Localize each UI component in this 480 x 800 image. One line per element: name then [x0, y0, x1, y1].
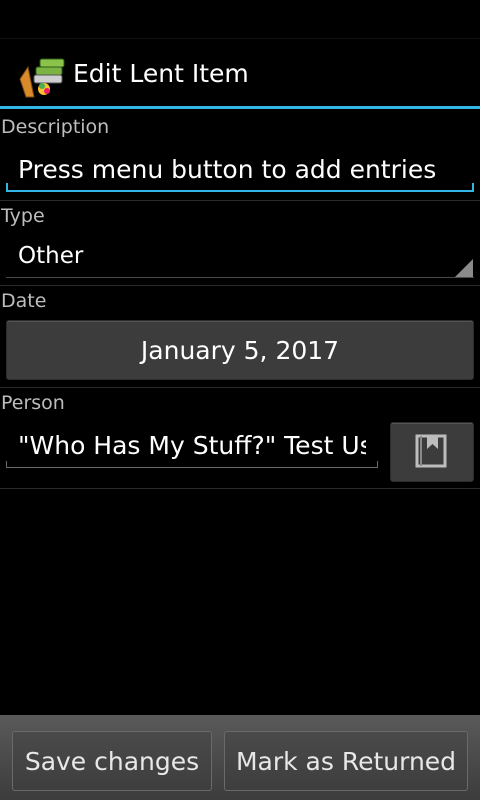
- contact-picker-icon: [415, 434, 447, 468]
- person-input[interactable]: "Who Has My Stuff?" Test User: [18, 431, 366, 460]
- books-app-icon[interactable]: [18, 53, 68, 99]
- action-bar-underline: [0, 106, 480, 109]
- type-label: Type: [1, 205, 45, 227]
- person-input-underline: [6, 467, 378, 468]
- description-input-underline: [6, 190, 474, 192]
- description-input-left-tick: [6, 183, 8, 191]
- action-bar: Edit Lent Item: [0, 38, 480, 108]
- mark-returned-button[interactable]: Mark as Returned: [224, 731, 468, 791]
- person-label: Person: [1, 392, 65, 414]
- description-input-right-tick: [472, 183, 474, 191]
- type-spinner[interactable]: Other: [18, 243, 83, 269]
- divider: [0, 488, 480, 489]
- divider: [0, 285, 480, 286]
- status-bar: [0, 0, 480, 38]
- date-label: Date: [1, 290, 47, 312]
- divider: [0, 387, 480, 388]
- type-spinner-underline: [6, 277, 474, 278]
- page-title: Edit Lent Item: [73, 59, 249, 88]
- save-changes-button[interactable]: Save changes: [12, 731, 212, 791]
- contact-picker-button[interactable]: [390, 422, 474, 482]
- date-button[interactable]: January 5, 2017: [6, 320, 474, 380]
- person-input-right-tick: [377, 461, 378, 467]
- spinner-arrow-icon[interactable]: [455, 259, 473, 277]
- person-input-left-tick: [6, 461, 7, 467]
- description-label: Description: [1, 116, 110, 138]
- description-input[interactable]: Press menu button to add entries: [18, 155, 468, 184]
- divider: [0, 200, 480, 201]
